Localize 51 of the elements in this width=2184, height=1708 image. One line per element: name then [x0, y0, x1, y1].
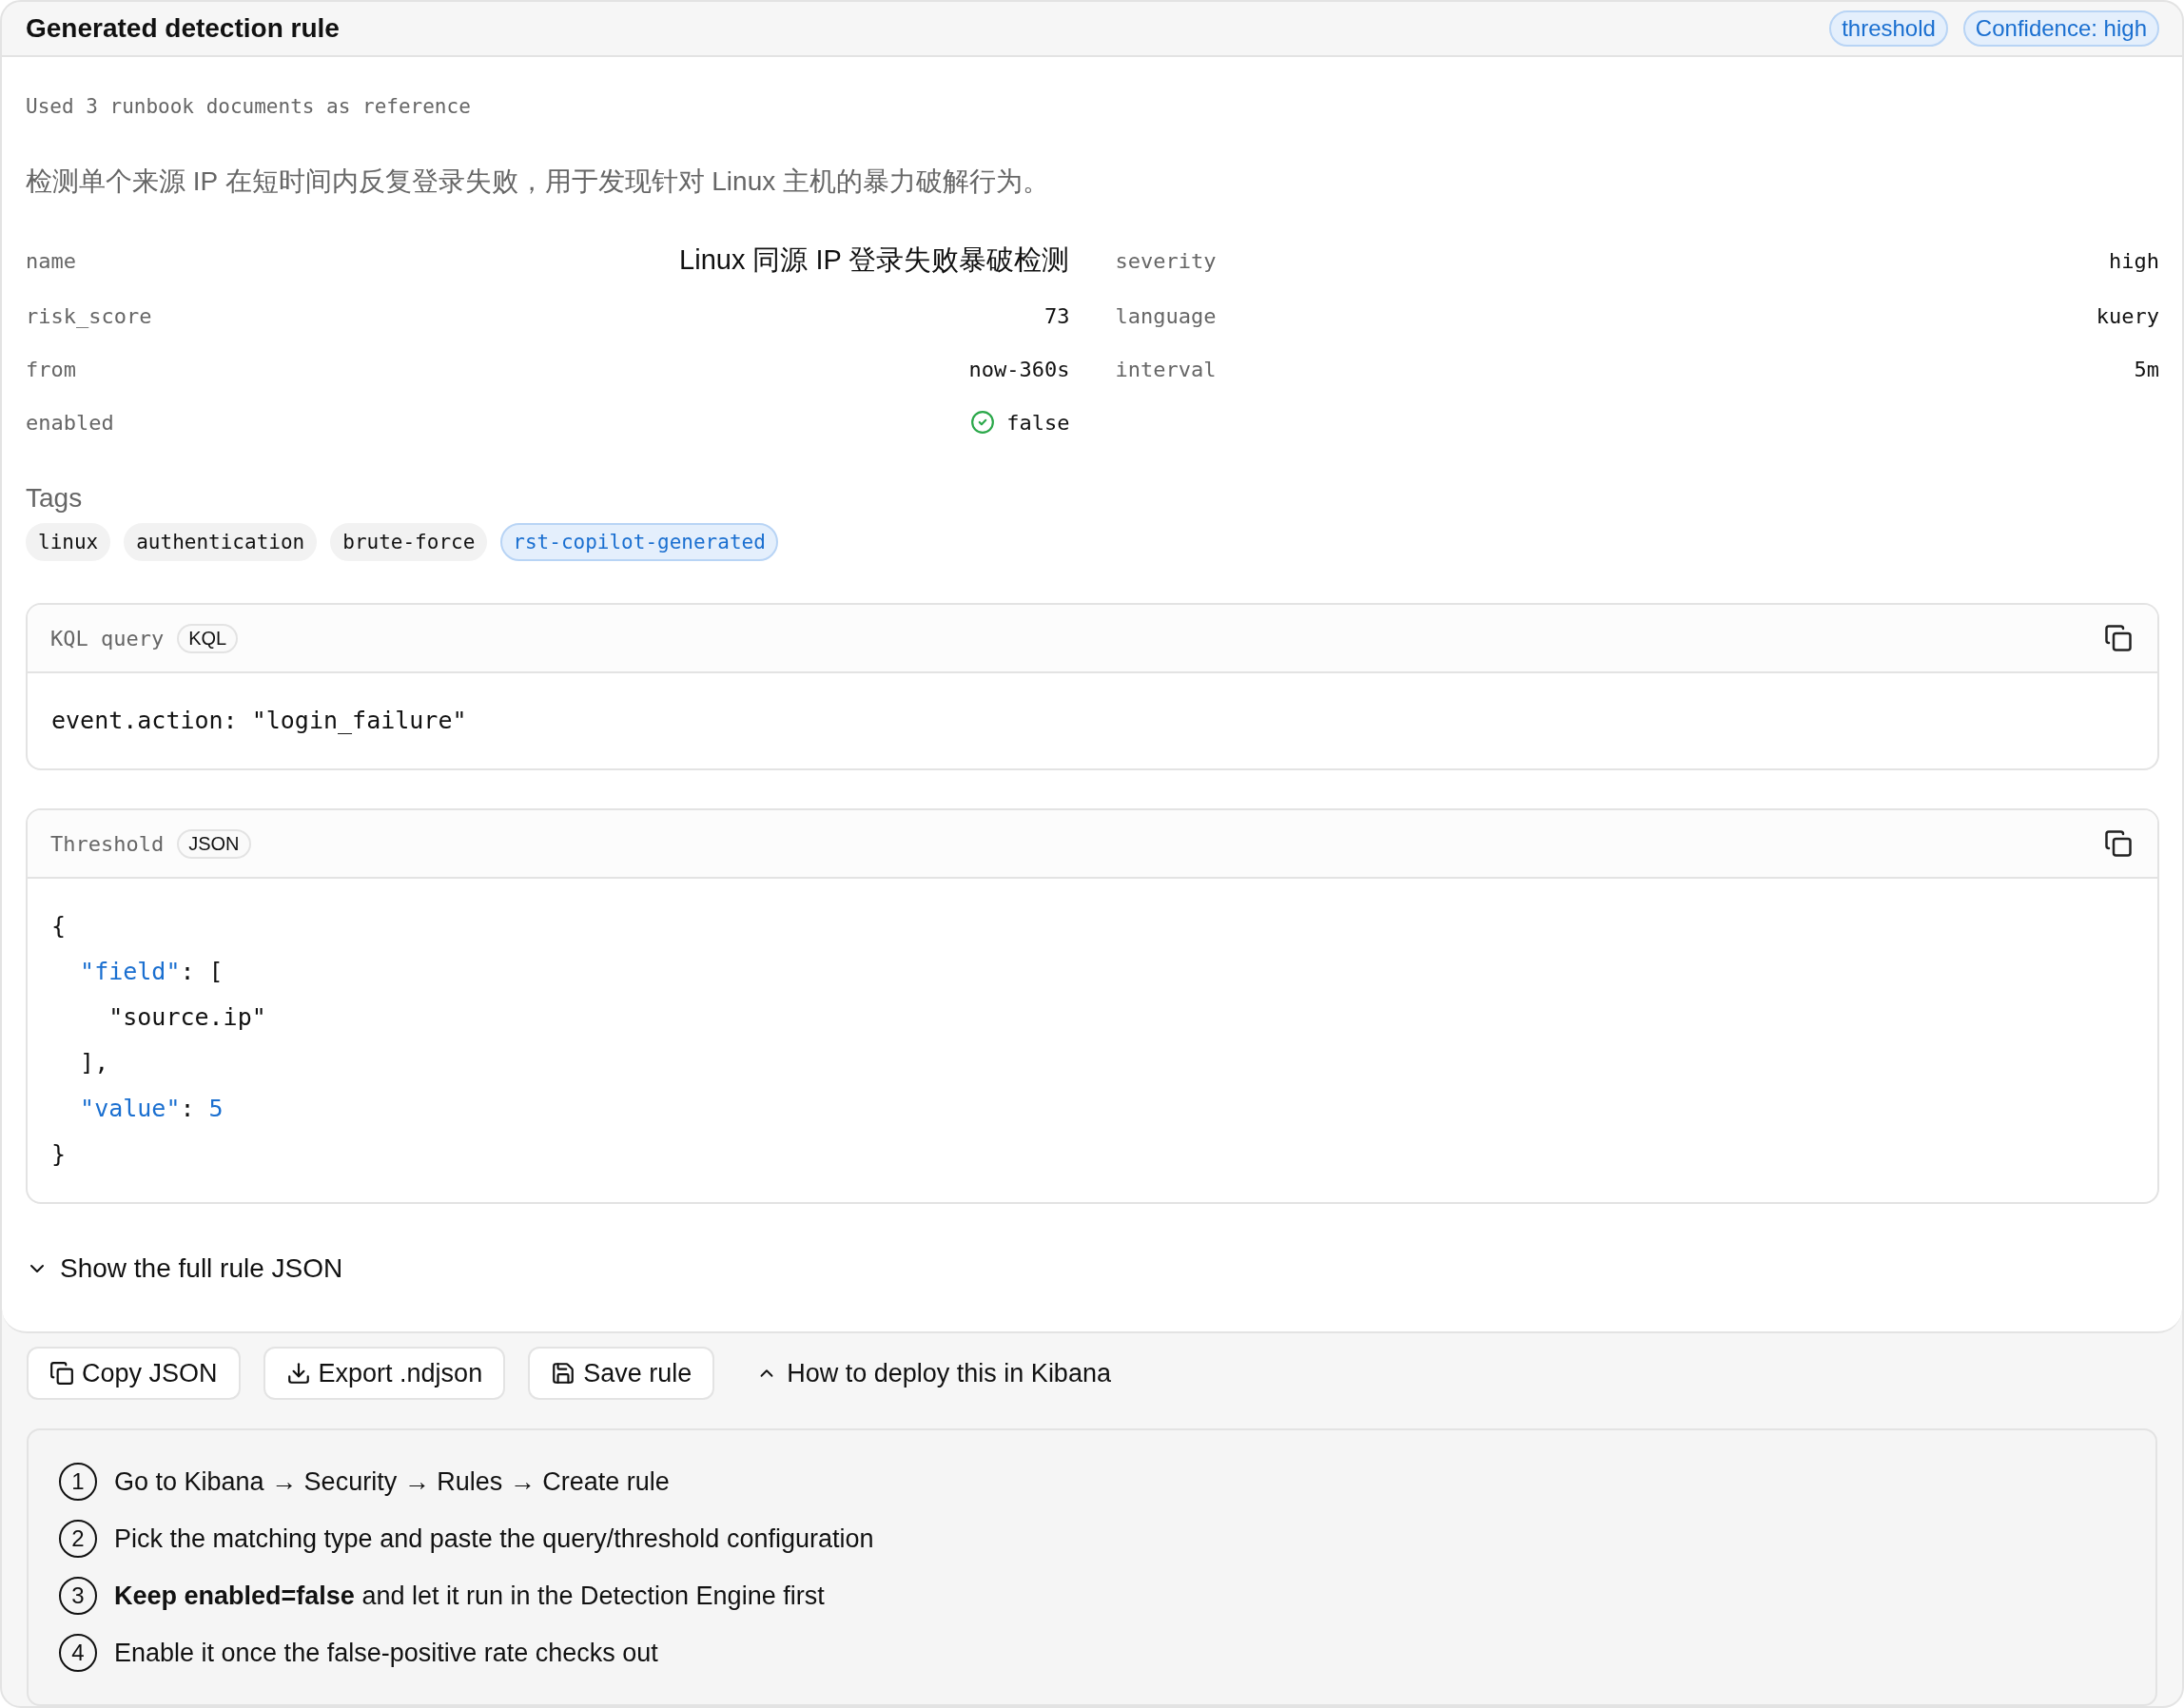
reference-note: Used 3 runbook documents as reference [26, 95, 472, 118]
field-value: false [1006, 410, 1070, 435]
field-value: Linux 同源 IP 登录失败暴破检测 [679, 243, 1070, 277]
step-text: Pick the matching type and paste the query/threshold configuration [114, 1524, 874, 1554]
step-number: 3 [59, 1577, 97, 1615]
check-circle-icon [970, 410, 996, 435]
deploy-guide-toggle[interactable]: How to deploy this in Kibana [737, 1358, 1130, 1388]
field-value: high [2109, 248, 2159, 273]
step-text: Keep enabled=false and let it run in the Detection Engine first [114, 1581, 825, 1611]
copy-button[interactable] [2102, 827, 2135, 860]
step-number: 4 [59, 1634, 97, 1672]
download-icon [285, 1361, 311, 1386]
copy-icon [2104, 829, 2133, 858]
field-value: 73 [1044, 303, 1070, 328]
step-text: Enable it once the false-positive rate checks out [114, 1638, 658, 1668]
field-label: from [26, 357, 76, 381]
step-number: 1 [59, 1463, 97, 1501]
field-label: severity [1115, 248, 1217, 273]
step-text: Go to Kibana → Security → Rules → Create rule [114, 1466, 670, 1497]
code-text: { "field": [ "source.ip" ], "value": 5 } [50, 911, 267, 1170]
copy-icon [49, 1361, 74, 1386]
copy-button[interactable] [2102, 622, 2135, 654]
tag: brute-force [330, 523, 488, 561]
field-label: interval [1115, 357, 1217, 381]
code-text: event.action: "login_failure" [50, 706, 468, 736]
download-button[interactable]: Export .ndjson [263, 1347, 506, 1400]
code-title: KQL query [50, 626, 165, 650]
card-title: Generated detection rule [26, 13, 340, 44]
field-label: language [1115, 303, 1217, 328]
field-value: kuery [2096, 303, 2159, 328]
field-value: now-360s [968, 357, 1070, 381]
field-label: enabled [26, 410, 114, 435]
rule-description: 检测单个来源 IP 在短时间内反复登录失败，用于发现针对 Linux 主机的暴力破解行为。 [26, 165, 1050, 198]
full-json-toggle[interactable]: Show the full rule JSON [26, 1253, 343, 1284]
language-badge: KQL [177, 623, 239, 653]
tag: rst-copilot-generated [500, 523, 778, 561]
badge: threshold [1829, 10, 1948, 47]
field-value: 5m [2134, 357, 2159, 381]
badge: Confidence: high [1962, 10, 2159, 47]
copy-button[interactable]: Copy JSON [27, 1347, 241, 1400]
step-number: 2 [59, 1520, 97, 1558]
field-label: risk_score [26, 303, 152, 328]
save-icon [551, 1361, 576, 1386]
save-button[interactable]: Save rule [528, 1347, 715, 1400]
tag: linux [26, 523, 111, 561]
tags-heading: Tags [26, 483, 84, 514]
field-label: name [26, 248, 76, 273]
tag: authentication [124, 523, 318, 561]
language-badge: JSON [177, 828, 251, 859]
code-title: Threshold [50, 831, 165, 856]
copy-icon [2104, 624, 2133, 652]
